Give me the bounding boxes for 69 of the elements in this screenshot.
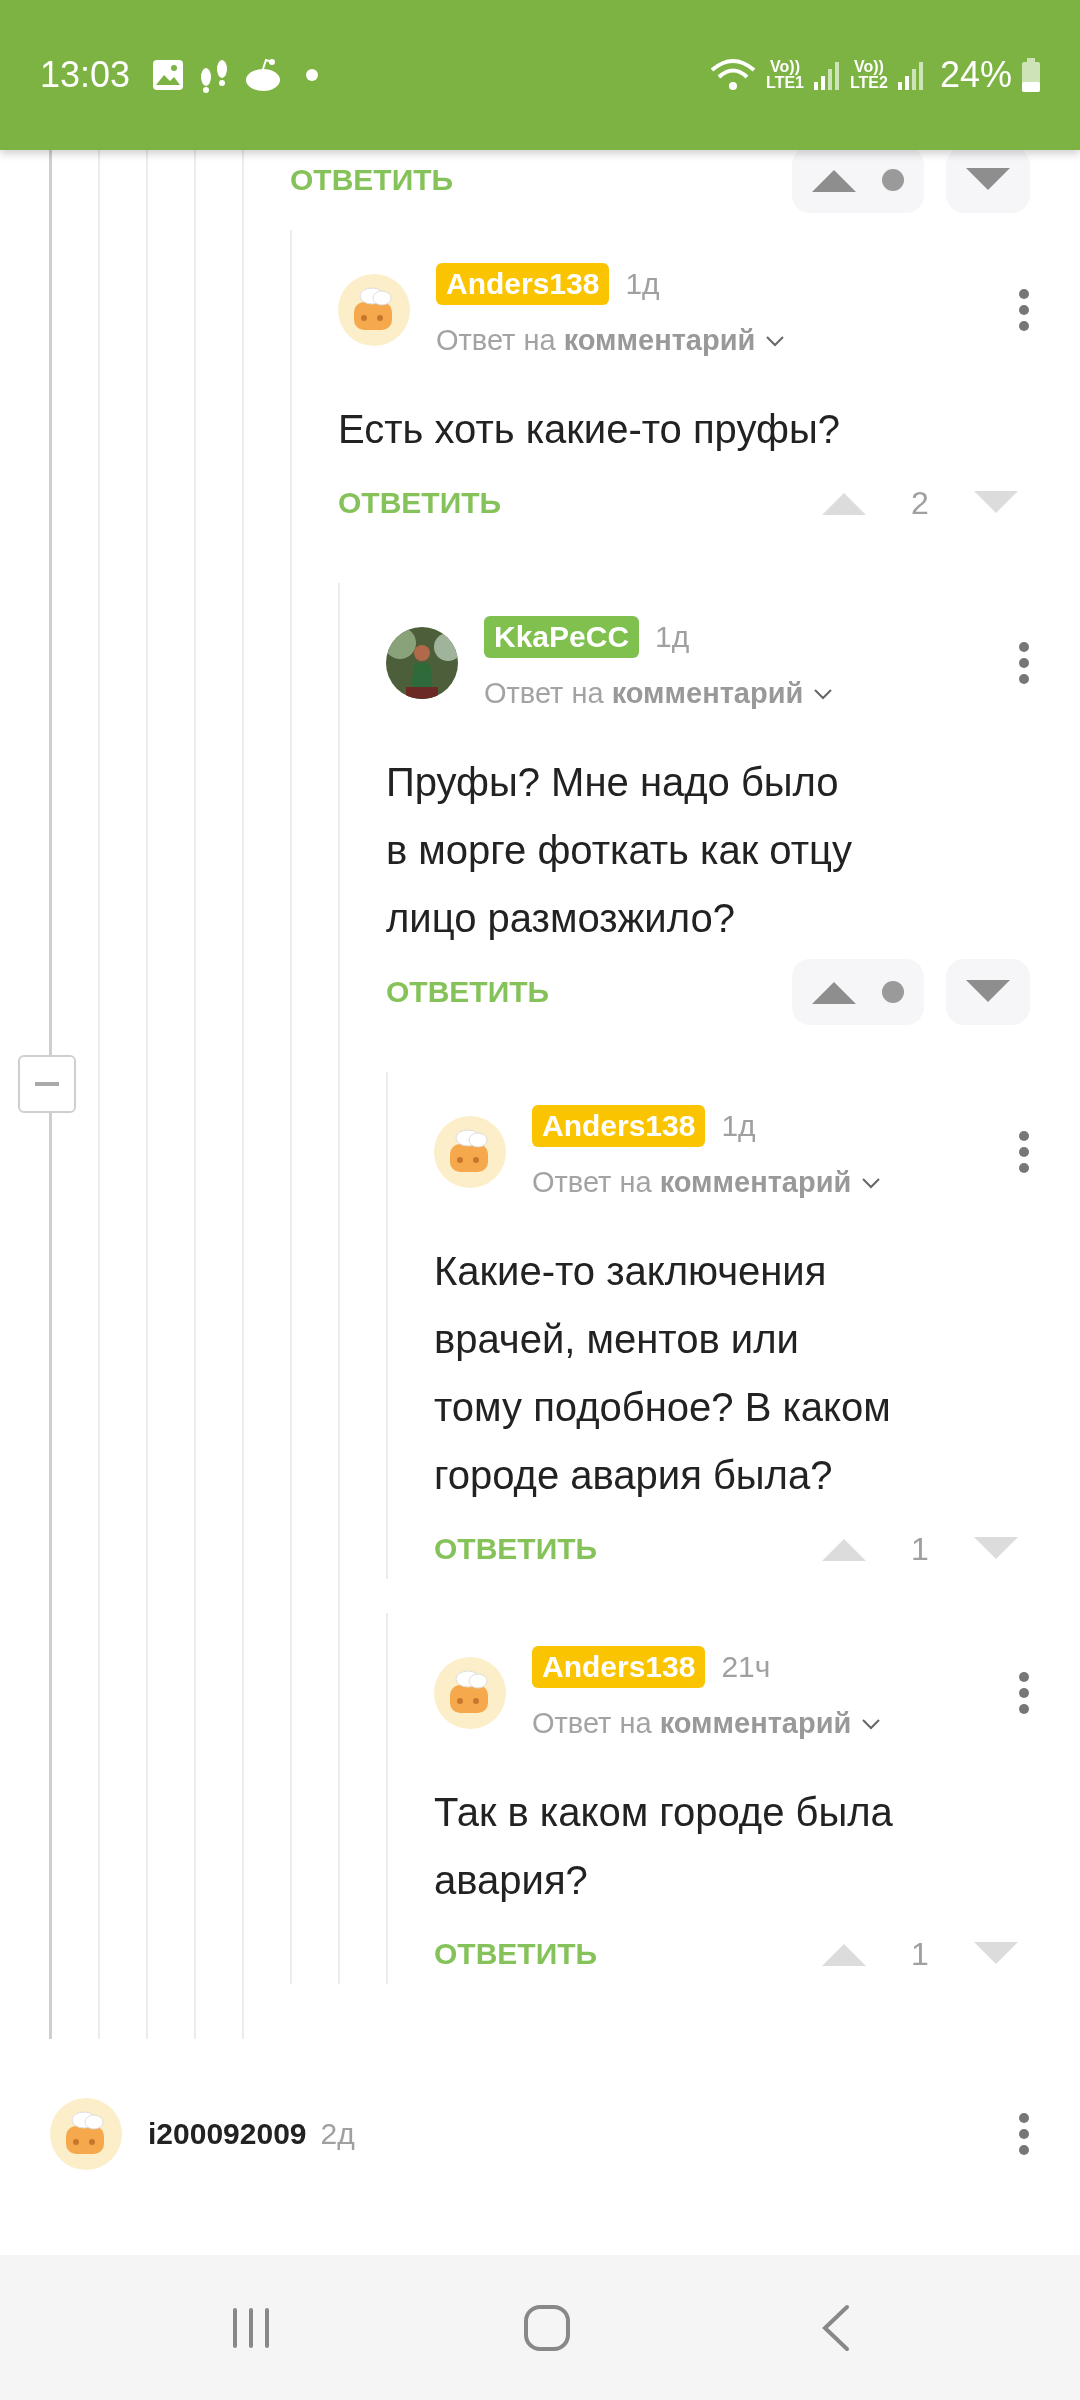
author-name[interactable]: KkaPeCC [484,616,640,658]
rating: 1 [910,1935,930,1973]
reply-button[interactable]: ОТВЕТИТЬ [434,1532,598,1566]
upvote-icon [822,491,866,515]
comment-time: 21ч [721,1650,771,1684]
more-icon[interactable] [1018,1129,1030,1174]
wifi-icon [710,58,757,92]
downvote-icon [966,980,1010,1004]
hidden-rating-icon [882,169,904,191]
downvote-icon [966,168,1010,192]
reply-button[interactable]: ОТВЕТИТЬ [338,486,502,520]
chevron-icon[interactable] [861,1176,882,1189]
downvote-button[interactable] [946,959,1030,1025]
minus-icon [35,1082,59,1086]
comment-text: Какие-то заключения врачей, ментов или тому подобное? В каком городе авария была? [434,1248,892,1499]
comment-time: 1д [721,1109,756,1143]
reply-to-label[interactable]: Ответ на комментарий [532,1166,852,1199]
author-name[interactable]: Anders138 [532,1646,706,1688]
more-icon[interactable] [1018,287,1030,332]
network-label: LTE2 [850,75,888,91]
downvote-icon [974,1537,1018,1561]
reply-to-label[interactable]: Ответ на комментарий [532,1707,852,1740]
author-name[interactable]: Anders138 [436,263,610,305]
more-icon[interactable] [1018,1670,1030,1715]
more-icon[interactable] [1018,640,1030,685]
chevron-icon[interactable] [861,1717,882,1730]
back-button[interactable] [821,2303,851,2352]
hidden-rating-icon [882,981,904,1003]
reply-to-label[interactable]: Ответ на комментарий [484,677,804,710]
chevron-icon[interactable] [813,687,834,700]
comment-text: Есть хоть какие-то пруфы? [338,406,841,453]
author-name[interactable]: Anders138 [532,1105,706,1147]
reply-button[interactable]: ОТВЕТИТЬ [290,163,454,197]
downvote-icon [974,491,1018,515]
upvote-icon [812,980,856,1004]
chevron-icon[interactable] [765,334,786,347]
comment-time: 2д [320,2117,355,2151]
reply-button[interactable]: ОТВЕТИТЬ [434,1937,598,1971]
comment-text: Пруфы? Мне надо было в морге фоткать как отцу лицо размозжило? [386,759,853,942]
comment-text: Так в каком городе была авария? [434,1789,894,1904]
avatar [50,2098,122,2170]
volte-label: Vo)) [854,59,884,75]
upvote-icon [822,1537,866,1561]
network-label: LTE1 [766,75,804,91]
clock: 13:03 [40,54,131,96]
notification-dot-icon [306,69,319,81]
battery-level: 24% [939,54,1012,96]
comment-time: 1д [655,620,690,654]
upvote-icon [812,168,856,192]
downvote-button[interactable] [946,147,1030,213]
comment-time: 1д [625,267,660,301]
rating: 2 [910,484,930,522]
robot-icon [244,58,283,92]
downvote-icon [974,1942,1018,1966]
collapse-button[interactable] [18,1055,76,1113]
upvote-button[interactable] [792,147,924,213]
home-button[interactable] [523,2303,571,2352]
volte-label: Vo)) [770,59,800,75]
signal-icon [814,60,840,90]
battery-icon [1022,58,1040,92]
reply-to-label[interactable]: Ответ на комментарий [436,324,756,357]
gallery-icon [152,59,185,91]
signal-icon [897,60,924,90]
upvote-icon [822,1942,866,1966]
more-icon[interactable] [1018,2112,1030,2156]
author-name[interactable]: i200092009 [148,2117,307,2151]
upvote-button[interactable] [792,959,924,1025]
reply-button[interactable]: ОТВЕТИТЬ [386,975,550,1009]
rating: 1 [910,1530,930,1568]
